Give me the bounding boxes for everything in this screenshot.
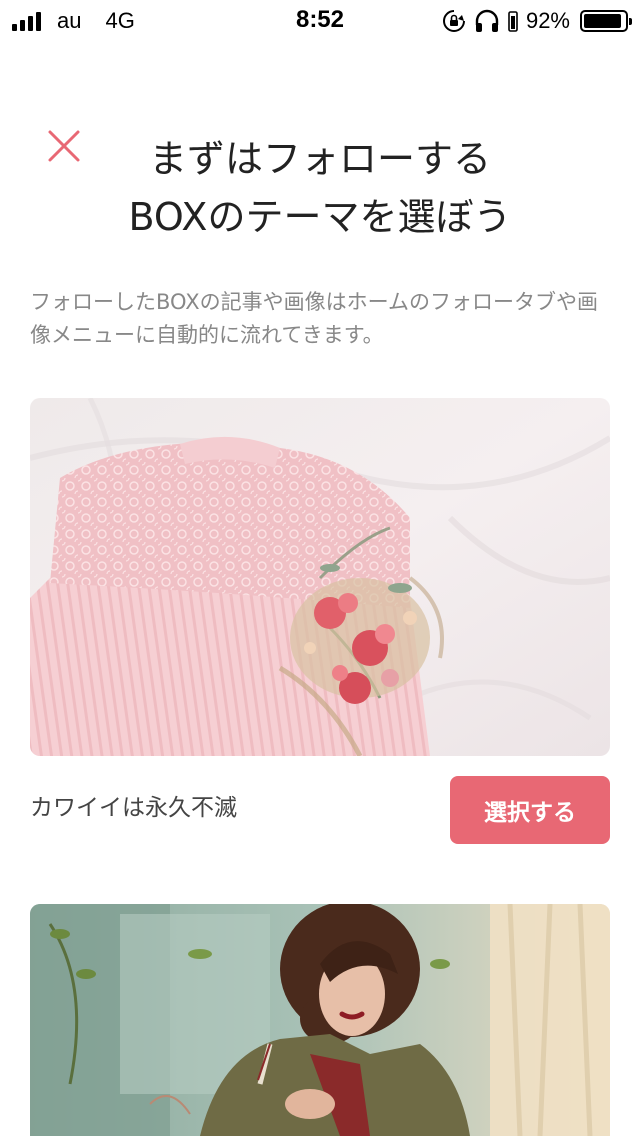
status-bar: au 4G 8:52 92% [0,0,640,40]
theme-card-image-2[interactable] [30,904,610,1136]
orientation-lock-icon [442,10,465,32]
carrier-name: au [57,8,82,33]
page-title-line2: BOXのテーマを選ぼう [128,195,512,239]
headphones-icon [475,9,499,32]
battery-small-icon [508,11,518,32]
page-title-line1: まずはフォローする [148,137,491,181]
battery-icon [580,10,632,32]
close-button[interactable] [44,126,84,166]
signal-icon [12,11,41,31]
network-type: 4G [105,8,135,33]
pink-dress-photo [30,398,610,756]
battery-percent: 92% [525,8,570,33]
status-bar-left: au 4G [12,8,135,34]
battery-level [584,14,621,28]
theme-card-image-1[interactable] [30,398,610,756]
select-button[interactable]: 選択する [450,776,610,844]
theme-card-label-1: カワイイは永久不滅 [30,795,237,821]
status-bar-right: 92% [442,8,632,34]
close-icon [48,130,80,162]
woman-jacket-photo [30,904,610,1136]
page-title: まずはフォローする BOXのテーマを選ぼう [80,130,560,246]
description-text: フォローしたBOXの記事や画像はホームのフォロータブや画像メニューに自動的に流れ… [30,290,598,347]
